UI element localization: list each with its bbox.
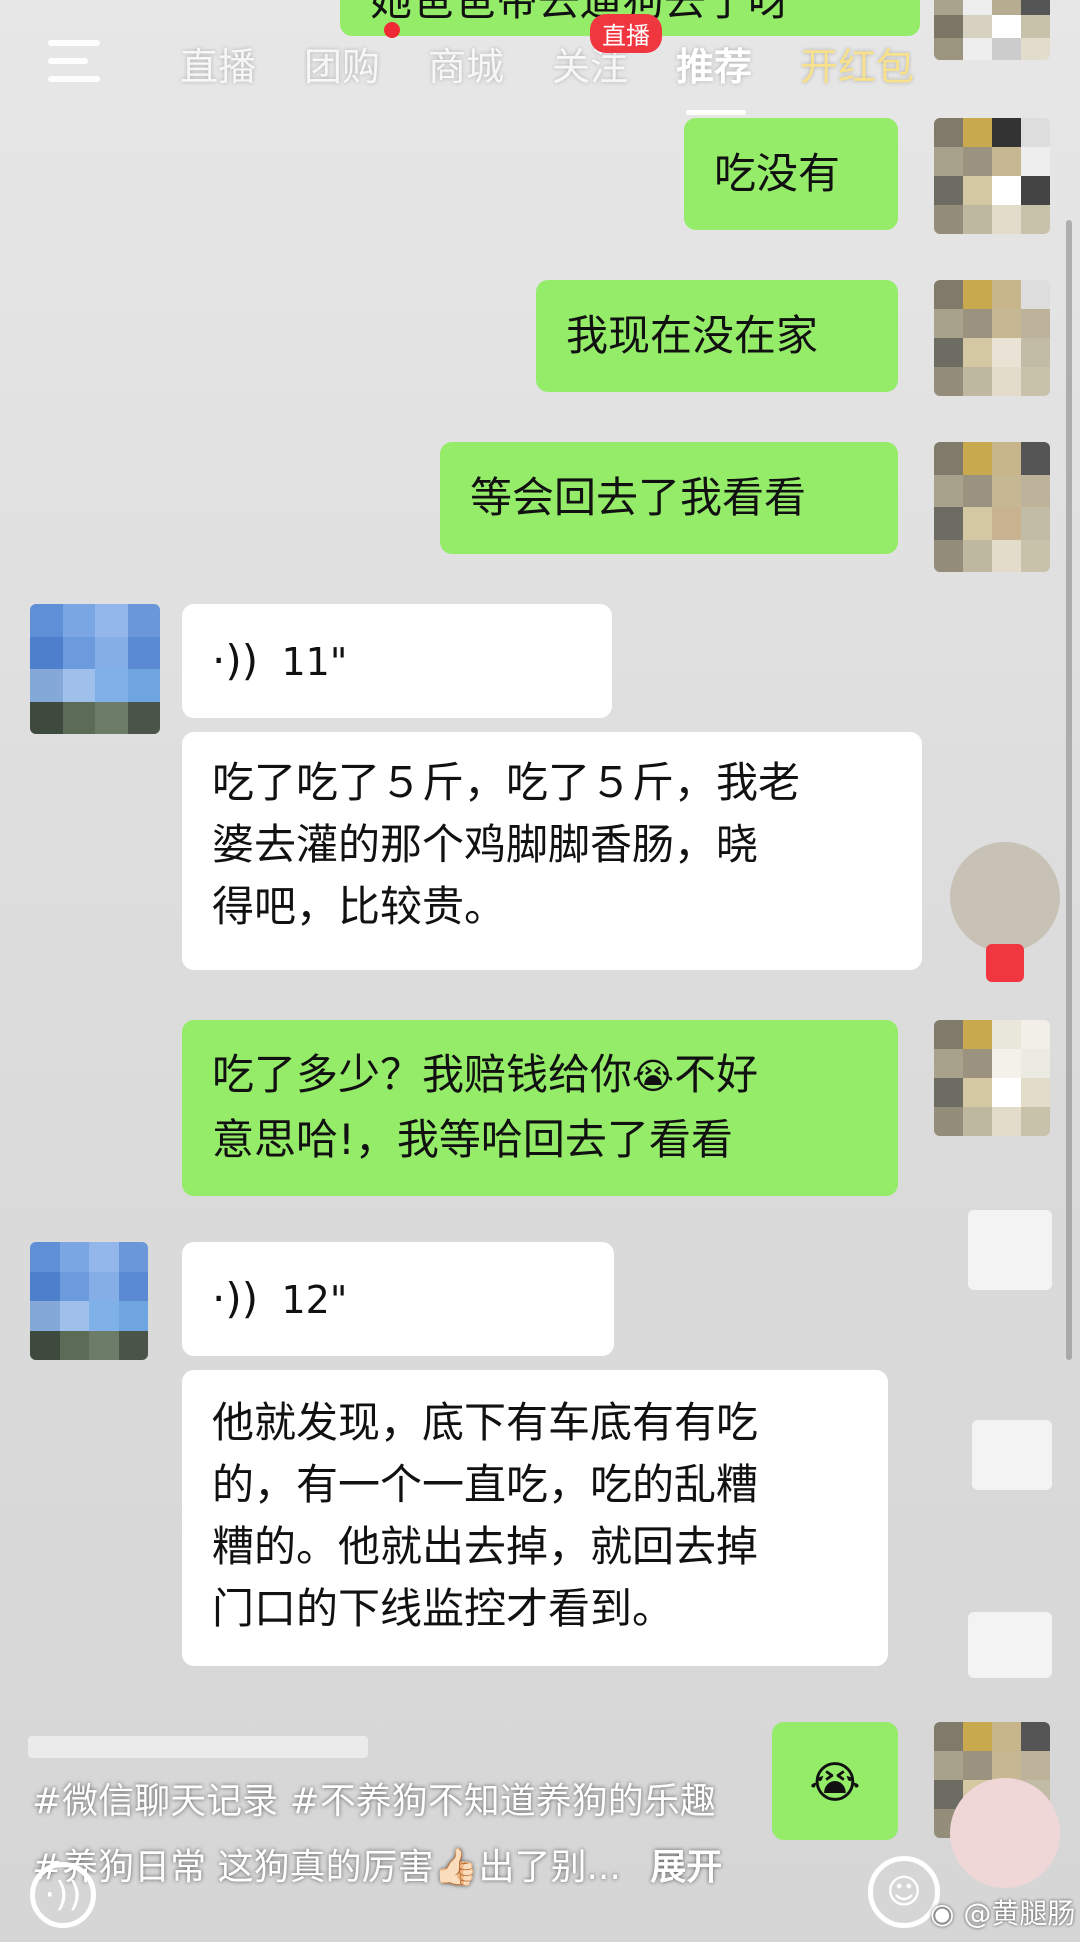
avatar-self (934, 280, 1050, 396)
message-bubble-right: 吃了多少？我赔钱给你😭不好 意思哈!，我等哈回去了看看 (182, 1020, 898, 1196)
follow-plus-icon[interactable] (986, 944, 1024, 982)
avatar-contact (30, 1242, 148, 1360)
audio-icon[interactable]: ·)) (30, 1862, 96, 1928)
scrollbar[interactable] (1066, 220, 1072, 1360)
tab-mall[interactable]: 商城 (428, 36, 504, 91)
weibo-icon: ◉ (930, 1897, 955, 1930)
message-bubble-right: 等会回去了我看看 (440, 442, 898, 554)
caption-hashtags[interactable]: #微信聊天记录 #不养狗不知道养狗的乐趣 (32, 1781, 716, 1822)
message-line: 意思哈!，我等哈回去了看看 (212, 1114, 733, 1164)
message-line: 不好 (674, 1050, 759, 1099)
bottom-bar: ·)) ☺ (0, 1856, 1080, 1942)
message-bubble-left: 吃了吃了５斤，吃了５斤，我老 婆去灌的那个鸡脚脚香肠，晓 得吧，比较贵。 (182, 732, 922, 970)
voice-icon: ·)) (212, 636, 259, 685)
watermark-text: @黄腿肠 (963, 1897, 1076, 1930)
partial-message-text: 她爸爸带去遛狗去了呀 (370, 0, 791, 25)
like-icon[interactable] (968, 1210, 1052, 1290)
tab-group-buy[interactable]: 团购 (304, 36, 380, 91)
avatar-self (934, 1020, 1050, 1136)
favorite-icon[interactable] (968, 1612, 1052, 1678)
message-text: 等会回去了我看看 (470, 473, 807, 522)
avatar-self (934, 118, 1050, 234)
watermark: ◉ @黄腿肠 (930, 1892, 1075, 1932)
menu-icon[interactable] (48, 40, 100, 84)
tab-red-packet[interactable]: 开红包 (800, 36, 914, 91)
crying-laughing-emoji-icon: 😭 (809, 1757, 861, 1809)
avatar-self (934, 442, 1050, 572)
message-line: 糟的。他就出去掉，就回去掉 (212, 1522, 759, 1571)
active-tab-indicator (686, 110, 746, 115)
tab-recommend[interactable]: 推荐 (676, 36, 752, 91)
message-bubble-left: 他就发现，底下有车底有有吃 的，有一个一直吃，吃的乱糟 糟的。他就出去掉，就回去… (182, 1370, 888, 1666)
voice-message-bubble[interactable]: ·)) 11" (182, 604, 612, 718)
message-line: 门口的下线监控才看到。 (212, 1584, 675, 1633)
message-bubble-right: 😭 (772, 1722, 898, 1840)
tab-live[interactable]: 直播 (180, 36, 256, 91)
top-nav: 她爸爸带去遛狗去了呀 直播 团购 商城 关注 直播 推荐 开红包 (0, 0, 1080, 120)
message-line: 他就发现，底下有车底有有吃 (212, 1398, 759, 1447)
comment-icon[interactable] (972, 1420, 1052, 1490)
voice-duration: 12" (281, 1278, 348, 1322)
message-text: 吃没有 (714, 149, 841, 198)
voice-duration: 11" (281, 640, 348, 684)
message-line: 得吧，比较贵。 (212, 882, 507, 931)
caption-line-1: #微信聊天记录 #不养狗不知道养狗的乐趣 (32, 1772, 716, 1824)
crying-laughing-emoji-icon: 😭 (632, 1056, 675, 1098)
avatar-contact (30, 604, 160, 734)
message-line: 吃了多少？我赔钱给你 (212, 1050, 633, 1099)
voice-message-bubble[interactable]: ·)) 12" (182, 1242, 614, 1356)
message-line: 婆去灌的那个鸡脚脚香肠，晓 (212, 820, 759, 869)
blurred-username (28, 1736, 368, 1758)
notification-dot (384, 22, 400, 38)
message-bubble-right: 我现在没在家 (536, 280, 898, 392)
message-line: 吃了吃了５斤，吃了５斤，我老 (212, 758, 801, 807)
voice-icon: ·)) (212, 1274, 259, 1323)
message-text: 我现在没在家 (566, 311, 819, 360)
partial-avatar-self (934, 0, 1050, 60)
live-badge: 直播 (590, 14, 662, 53)
creator-avatar[interactable] (950, 842, 1060, 952)
message-bubble-right: 吃没有 (684, 118, 898, 230)
message-line: 的，有一个一直吃，吃的乱糟 (212, 1460, 759, 1509)
